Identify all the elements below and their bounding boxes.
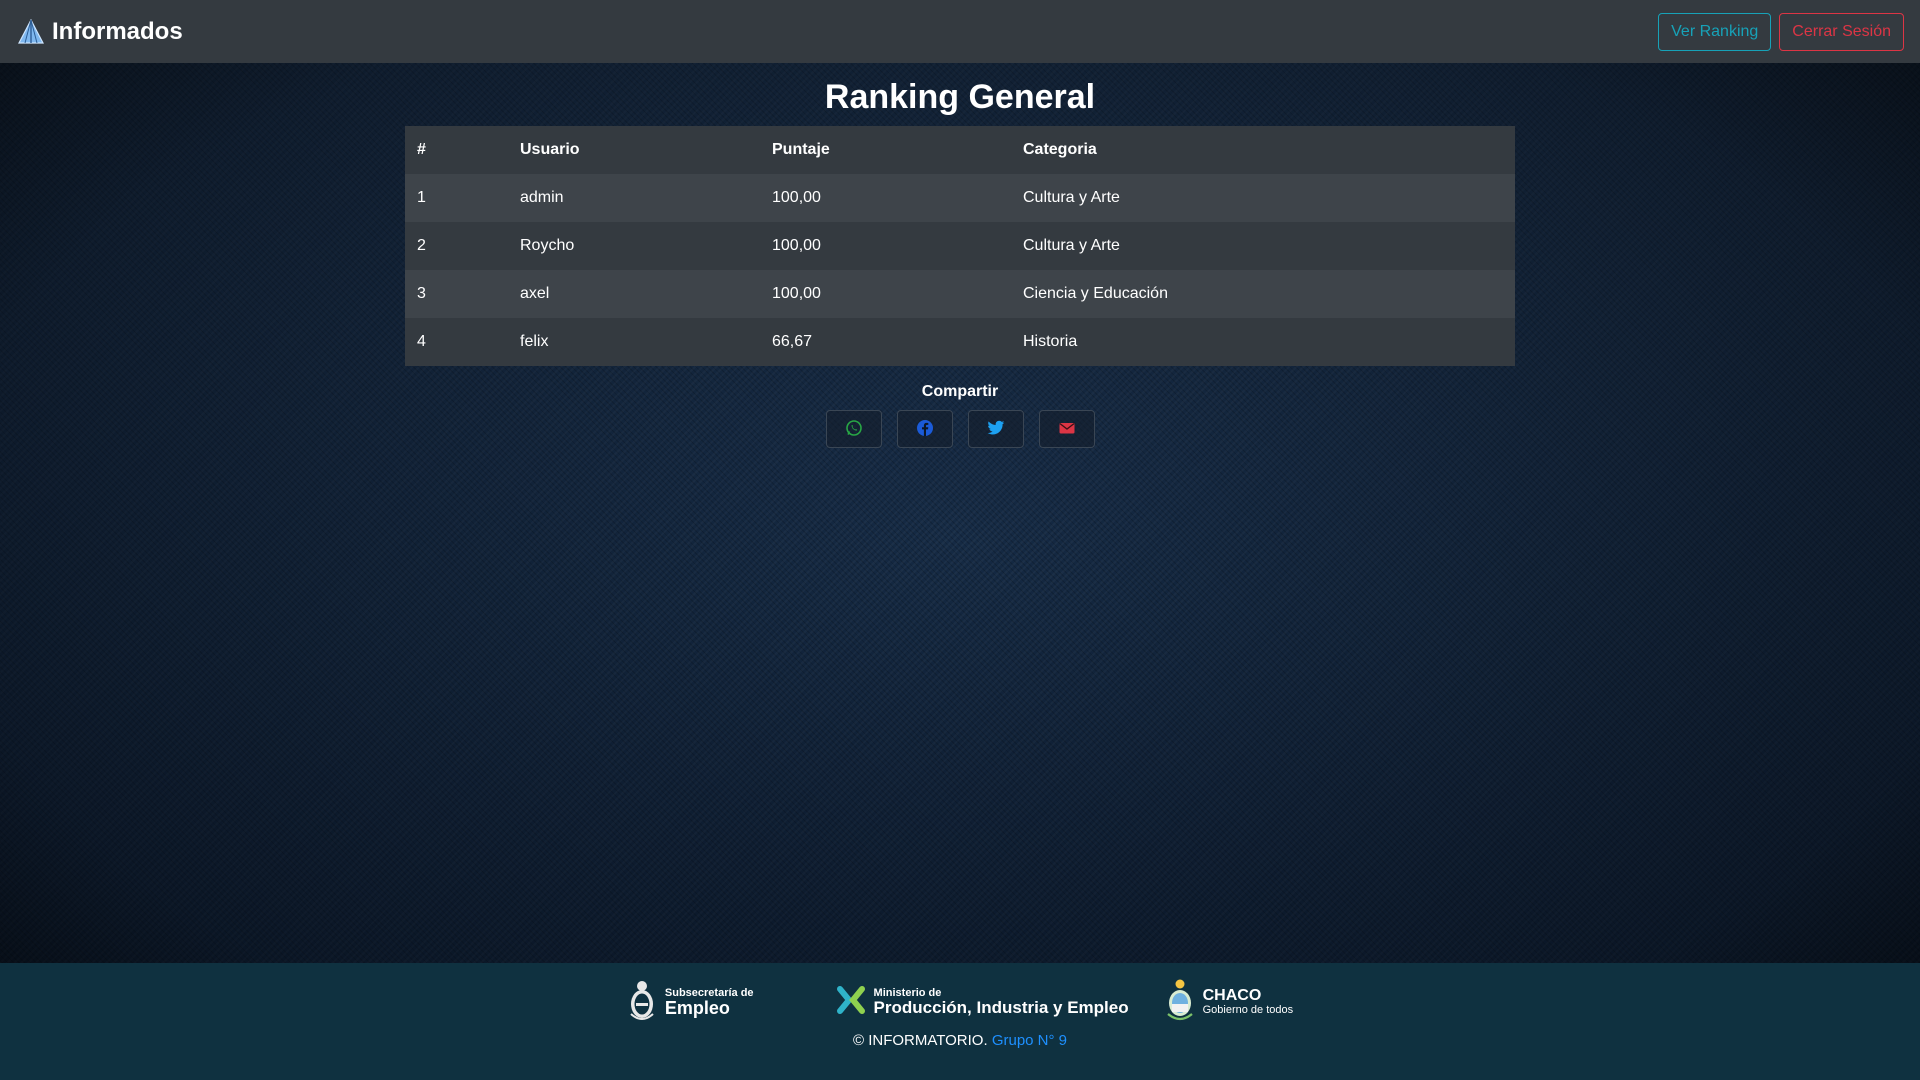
share-twitter-button[interactable]	[967, 410, 1024, 448]
share-whatsapp-button[interactable]	[825, 410, 882, 448]
cell-rank: 3	[417, 285, 426, 302]
whatsapp-icon	[845, 419, 863, 440]
share-section: Compartir	[0, 383, 1920, 448]
cell-categoria: Ciencia y Educación	[1023, 285, 1168, 302]
coat-of-arms-icon	[627, 978, 657, 1027]
logo-ministerio-produccion: Ministerio de Producción, Industria y Em…	[836, 985, 1129, 1020]
logo2-big-text: Producción, Industria y Empleo	[873, 998, 1129, 1017]
ministry-x-icon	[836, 985, 866, 1020]
cell-puntaje: 100,00	[772, 285, 821, 302]
nav-actions: Ver Ranking Cerrar Sesión	[1658, 12, 1904, 51]
cell-usuario: axel	[520, 285, 550, 302]
cell-puntaje: 100,00	[772, 237, 821, 254]
brand-name: Informados	[52, 17, 183, 45]
cell-rank: 2	[417, 237, 426, 254]
logo3-big-text: CHACO	[1202, 987, 1262, 1004]
cerrar-sesion-button[interactable]: Cerrar Sesión	[1779, 12, 1904, 51]
navbar: Informados Ver Ranking Cerrar Sesión	[0, 0, 1920, 63]
cell-puntaje: 100,00	[772, 189, 821, 206]
table-row: 2 Roycho 100,00 Cultura y Arte	[405, 222, 1515, 270]
page-title: Ranking General	[824, 78, 1096, 116]
share-facebook-button[interactable]	[896, 410, 953, 448]
header-puntaje: Puntaje	[772, 141, 830, 158]
header-rank: #	[417, 141, 426, 158]
twitter-icon	[986, 419, 1005, 440]
copyright: © INFORMATORIO. Grupo N° 9	[853, 1032, 1067, 1049]
share-buttons	[825, 410, 1095, 448]
cell-categoria: Cultura y Arte	[1023, 189, 1120, 206]
footer: Subsecretaría de Empleo Ministerio de Pr…	[0, 963, 1920, 1080]
copyright-text: © INFORMATORIO.	[852, 1032, 988, 1049]
cell-puntaje: 66,67	[772, 333, 813, 350]
pyramid-logo-icon	[18, 18, 44, 45]
cell-categoria: Historia	[1023, 333, 1078, 350]
logo-chaco: CHACO Gobierno de todos	[1165, 978, 1294, 1027]
share-title: Compartir	[921, 383, 999, 400]
group-link[interactable]: Grupo N° 9	[992, 1032, 1067, 1049]
logo1-big-text: Empleo	[664, 997, 730, 1018]
table-header-row: # Usuario Puntaje Categoria	[405, 126, 1515, 174]
cell-categoria: Cultura y Arte	[1023, 237, 1120, 254]
cell-usuario: felix	[520, 333, 549, 350]
email-icon	[1058, 419, 1076, 440]
ver-ranking-button[interactable]: Ver Ranking	[1658, 12, 1772, 51]
header-categoria: Categoria	[1023, 141, 1097, 158]
facebook-icon	[916, 419, 934, 440]
table-row: 4 felix 66,67 Historia	[405, 318, 1515, 366]
cell-usuario: admin	[520, 189, 564, 206]
header-usuario: Usuario	[520, 141, 580, 158]
ranking-table: # Usuario Puntaje Categoria 1 admin 100,…	[405, 126, 1515, 366]
cell-usuario: Roycho	[520, 237, 575, 254]
logo1-small-text: Subsecretaría de	[664, 986, 754, 999]
table-row: 3 axel 100,00 Ciencia y Educación	[405, 270, 1515, 318]
cell-rank: 4	[417, 333, 426, 350]
logo3-small-text: Gobierno de todos	[1202, 1004, 1294, 1016]
footer-logos: Subsecretaría de Empleo Ministerio de Pr…	[627, 979, 1293, 1025]
cell-rank: 1	[417, 189, 426, 206]
table-row: 1 admin 100,00 Cultura y Arte	[405, 174, 1515, 222]
chaco-emblem-icon	[1165, 978, 1195, 1027]
share-email-button[interactable]	[1038, 410, 1095, 448]
brand[interactable]: Informados	[18, 18, 183, 46]
logo-subsecretaria-empleo: Subsecretaría de Empleo	[627, 978, 754, 1027]
